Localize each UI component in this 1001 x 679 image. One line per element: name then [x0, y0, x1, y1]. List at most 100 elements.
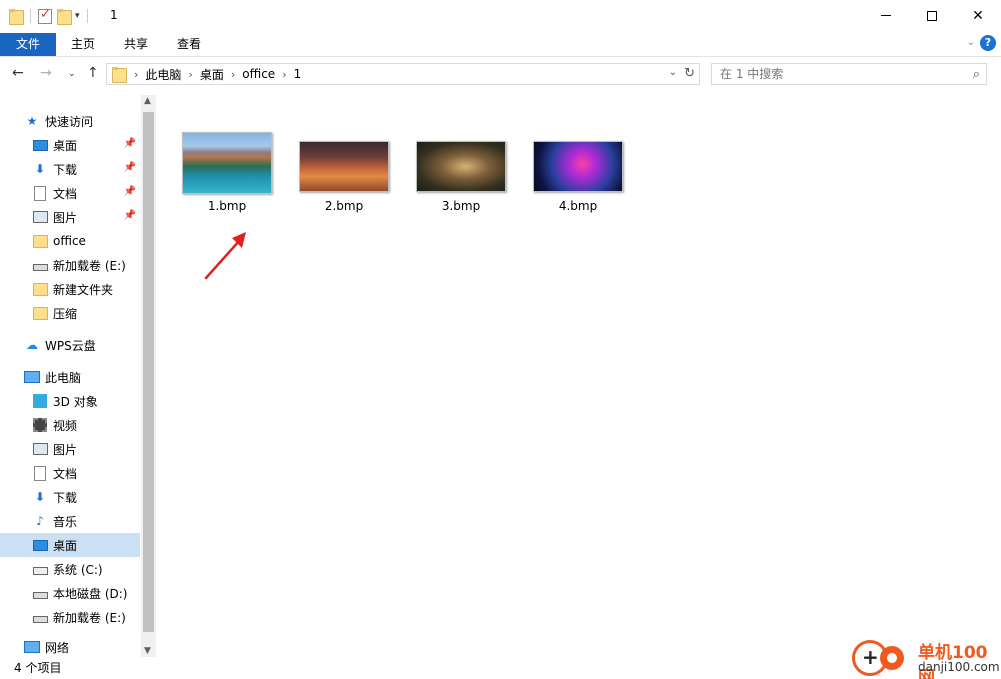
sidebar-item-label: 桌面: [53, 538, 78, 553]
file-item[interactable]: 2.bmp: [294, 132, 394, 222]
system-drive-icon: [32, 561, 48, 577]
document-icon: [32, 465, 48, 481]
tab-view[interactable]: 查看: [168, 33, 210, 56]
sidebar-item-label: 压缩: [53, 306, 78, 321]
desktop-icon: [32, 137, 48, 153]
sidebar-item-pictures-pc[interactable]: 图片: [32, 437, 140, 461]
breadcrumb-separator-icon[interactable]: ›: [231, 68, 235, 81]
sidebar-item-drive-e-pc[interactable]: 新加载卷 (E:): [32, 605, 140, 629]
sidebar-item-music[interactable]: ♪ 音乐: [32, 509, 140, 533]
ribbon-tabs: 文件 主页 共享 查看 ⌄ ?: [0, 31, 1001, 57]
sidebar-item-videos[interactable]: 视频: [32, 413, 140, 437]
sidebar-item-wps-cloud[interactable]: ☁ WPS云盘: [24, 333, 140, 357]
sidebar-item-drive-e[interactable]: 新加载卷 (E:): [32, 253, 140, 277]
up-icon[interactable]: ↑: [87, 65, 99, 81]
folder-icon: [8, 8, 24, 25]
desktop-icon: [32, 537, 48, 553]
tab-file[interactable]: 文件: [0, 33, 56, 56]
video-icon: [32, 417, 48, 433]
breadcrumb-separator-icon[interactable]: ›: [134, 68, 138, 81]
file-thumbnail: [299, 141, 389, 192]
pin-icon: 📌: [123, 186, 136, 197]
sidebar-item-label: 3D 对象: [53, 394, 98, 409]
help-icon[interactable]: ?: [980, 35, 996, 51]
file-name: 2.bmp: [324, 199, 364, 213]
sidebar-item-3d-objects[interactable]: 3D 对象: [32, 389, 140, 413]
file-thumbnail: [533, 141, 623, 192]
sidebar-item-label: 桌面: [53, 138, 78, 153]
sidebar-item-label: 文档: [53, 466, 78, 481]
address-row: ← → ⌄ ↑ › 此电脑 › 桌面 › office › 1 ⌄ ↻ 在 1 …: [0, 58, 1001, 90]
download-icon: ⬇: [34, 490, 46, 504]
minimize-button[interactable]: [863, 0, 909, 31]
sidebar-item-office[interactable]: office: [32, 229, 140, 253]
folder-icon: [32, 233, 48, 249]
computer-icon: [24, 369, 40, 385]
breadcrumb-current[interactable]: 1: [294, 67, 302, 81]
sidebar-item-downloads-pc[interactable]: ⬇ 下载: [32, 485, 140, 509]
sidebar-item-label: 视频: [53, 418, 78, 433]
drive-icon: [32, 257, 48, 273]
expand-ribbon-icon[interactable]: ⌄: [967, 37, 975, 48]
customize-toolbar-icon[interactable]: ▾: [75, 11, 80, 21]
search-input[interactable]: 在 1 中搜索 ⌕: [711, 63, 987, 85]
scroll-up-icon[interactable]: ▲: [144, 96, 151, 106]
breadcrumb-separator-icon[interactable]: ›: [188, 68, 192, 81]
scrollbar-thumb[interactable]: [143, 112, 154, 632]
sidebar-item-label: 新加载卷 (E:): [53, 258, 126, 273]
sidebar-scrollbar[interactable]: ▲ ▼: [141, 95, 156, 657]
sidebar-item-documents-pc[interactable]: 文档: [32, 461, 140, 485]
sidebar-item-this-pc[interactable]: 此电脑: [24, 365, 140, 389]
sidebar-item-pictures[interactable]: 图片 📌: [32, 205, 140, 229]
drive-icon: [32, 609, 48, 625]
cloud-icon: ☁: [26, 338, 38, 352]
sidebar-item-label: 新加载卷 (E:): [53, 610, 126, 625]
properties-icon[interactable]: [38, 7, 52, 24]
breadcrumb-office[interactable]: office: [242, 67, 275, 81]
sidebar-item-drive-c[interactable]: 系统 (C:): [32, 557, 140, 581]
sidebar-item-new-folder[interactable]: 新建文件夹: [32, 277, 140, 301]
item-count: 4 个项目: [14, 661, 62, 675]
recent-locations-icon[interactable]: ⌄: [68, 69, 76, 79]
sidebar-item-compressed[interactable]: 压缩: [32, 301, 140, 325]
breadcrumb-this-pc[interactable]: 此电脑: [145, 66, 181, 83]
scroll-down-icon[interactable]: ▼: [144, 646, 151, 656]
file-name: 3.bmp: [441, 199, 481, 213]
breadcrumb-desktop[interactable]: 桌面: [200, 66, 224, 83]
maximize-button[interactable]: [909, 0, 955, 31]
file-thumbnail: [416, 141, 506, 192]
navigation-pane: ★ 快速访问 桌面 📌 ⬇ 下载 📌 文档 📌 图片 📌 office 新加载卷…: [0, 95, 156, 657]
pin-icon: 📌: [123, 162, 136, 173]
sidebar-item-downloads[interactable]: ⬇ 下载 📌: [32, 157, 140, 181]
file-name: 1.bmp: [207, 199, 247, 213]
sidebar-item-drive-d[interactable]: 本地磁盘 (D:): [32, 581, 140, 605]
forward-icon[interactable]: →: [40, 65, 52, 81]
new-folder-icon[interactable]: [56, 8, 72, 25]
annotation-arrow: [204, 232, 246, 280]
file-item[interactable]: 1.bmp: [177, 132, 277, 222]
toolbar-separator: [86, 9, 88, 23]
sidebar-item-desktop[interactable]: 桌面 📌: [32, 133, 140, 157]
sidebar-item-network[interactable]: 网络: [24, 635, 140, 659]
tab-home[interactable]: 主页: [62, 33, 104, 56]
address-dropdown-icon[interactable]: ⌄: [669, 67, 677, 78]
quick-access-toolbar: ▾: [8, 6, 91, 26]
watermark-logo-mark: [880, 646, 904, 670]
sidebar-item-label: 下载: [53, 490, 78, 505]
sidebar-item-desktop-pc[interactable]: 桌面: [0, 533, 140, 557]
address-bar[interactable]: › 此电脑 › 桌面 › office › 1 ⌄ ↻: [106, 63, 700, 85]
star-icon: ★: [26, 114, 38, 128]
refresh-icon[interactable]: ↻: [684, 66, 695, 81]
sidebar-item-documents[interactable]: 文档 📌: [32, 181, 140, 205]
watermark: 单机100网 danji100.com: [852, 636, 1001, 679]
sidebar-item-label: office: [53, 234, 86, 248]
back-icon[interactable]: ←: [12, 65, 24, 81]
close-button[interactable]: ✕: [955, 0, 1001, 31]
sidebar-item-label: 本地磁盘 (D:): [53, 586, 128, 601]
file-item[interactable]: 3.bmp: [411, 132, 511, 222]
pictures-icon: [32, 209, 48, 225]
breadcrumb-separator-icon[interactable]: ›: [282, 68, 286, 81]
sidebar-item-label: 图片: [53, 442, 78, 457]
file-item[interactable]: 4.bmp: [528, 132, 628, 222]
tab-share[interactable]: 共享: [115, 33, 157, 56]
